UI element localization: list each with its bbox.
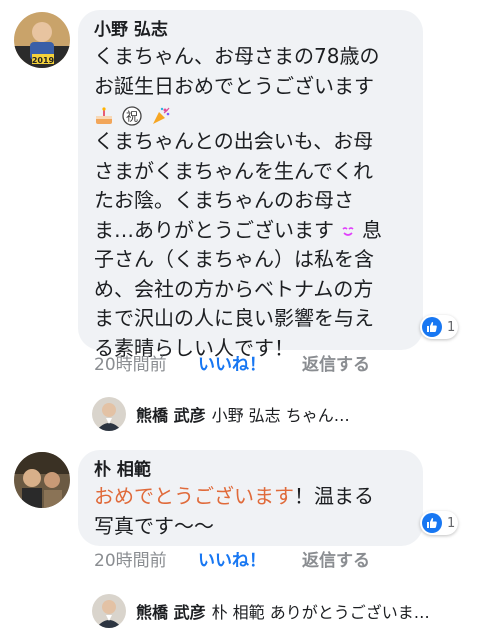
reaction-count: 1 — [447, 515, 456, 531]
comment-author[interactable]: 朴 相範 — [94, 458, 407, 482]
timestamp: 20時間前 — [94, 551, 167, 571]
avatar[interactable] — [14, 452, 70, 508]
reply-button[interactable]: 返信する — [302, 548, 370, 574]
avatar — [92, 594, 126, 628]
reply-author: 熊橋 武彦 — [136, 603, 206, 622]
reply-preview[interactable]: 熊橋 武彦 朴 相範 ありがとうございま… — [92, 594, 430, 628]
comment-text: くまちゃん、お母さまの78歳の お誕生日おめでとうございます 祝 くまちゃんとの… — [94, 42, 407, 363]
comment-bubble: 朴 相範 おめでとうございます！温まる 写真です〜〜 — [78, 450, 423, 546]
avatar[interactable]: 2019 — [14, 12, 70, 68]
highlight-text: おめでとうございます — [94, 484, 294, 508]
reaction-badge[interactable]: 1 — [420, 315, 458, 339]
reply-author: 熊橋 武彦 — [136, 406, 206, 425]
reaction-badge[interactable]: 1 — [420, 511, 458, 535]
party-popper-icon — [152, 107, 170, 124]
avatar — [92, 397, 126, 431]
reaction-count: 1 — [447, 319, 456, 335]
celebrate-kanji-icon: 祝 — [122, 105, 143, 126]
comment-actions: 20時間前 いいね！ 返信する — [94, 548, 370, 574]
like-button[interactable]: いいね！ — [198, 352, 302, 378]
birthday-cake-icon — [96, 106, 112, 124]
comment-text: おめでとうございます！温まる 写真です〜〜 — [94, 484, 374, 538]
reply-button[interactable]: 返信する — [302, 352, 370, 378]
thumbs-up-icon — [422, 317, 442, 337]
smiling-face-icon — [342, 227, 354, 236]
emoji-row: 祝 — [94, 101, 407, 127]
thumbs-up-icon — [422, 513, 442, 533]
comment-author[interactable]: 小野 弘志 — [94, 18, 407, 42]
timestamp: 20時間前 — [94, 355, 167, 375]
comment-bubble: 小野 弘志 くまちゃん、お母さまの78歳の お誕生日おめでとうございます 祝 く… — [78, 10, 423, 360]
svg-text:祝: 祝 — [126, 109, 138, 123]
reply-snippet: 朴 相範 ありがとうございま… — [211, 603, 430, 622]
like-button[interactable]: いいね！ — [198, 548, 302, 574]
comment-1: 2019 小野 弘志 くまちゃん、お母さまの78歳の お誕生日おめでとうございま… — [0, 0, 480, 440]
svg-text:2019: 2019 — [32, 56, 55, 65]
reply-snippet: 小野 弘志 ちゃん… — [211, 406, 350, 425]
reply-preview[interactable]: 熊橋 武彦 小野 弘志 ちゃん… — [92, 397, 350, 431]
comment-2: 朴 相範 おめでとうございます！温まる 写真です〜〜 1 20時間前 いいね！ … — [0, 440, 480, 631]
comment-actions: 20時間前 いいね！ 返信する — [94, 352, 370, 378]
